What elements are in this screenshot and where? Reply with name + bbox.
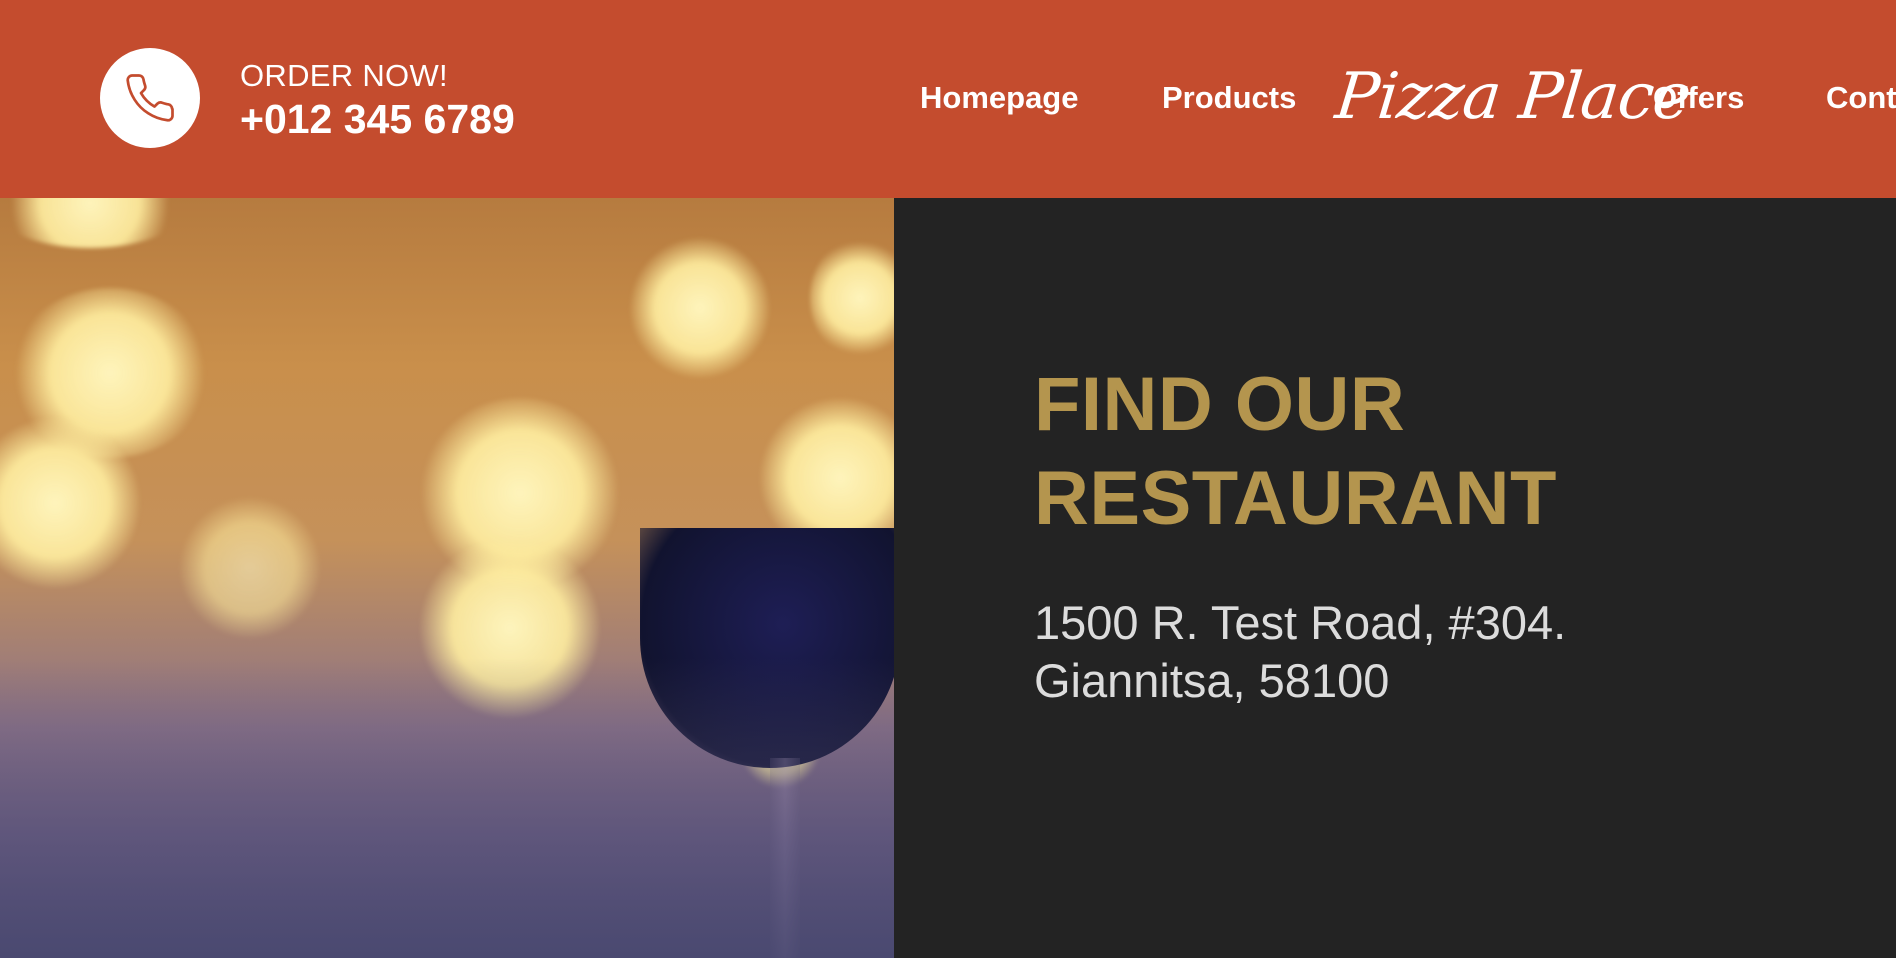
- location-title: FIND OUR RESTAURANT: [1034, 358, 1794, 546]
- location-panel: [894, 198, 1896, 958]
- bokeh-light: [810, 238, 894, 358]
- page: ORDER NOW! +012 345 6789 Homepage Produc…: [0, 0, 1896, 958]
- address-line2: Giannitsa, 58100: [1034, 654, 1390, 707]
- phone-icon-badge[interactable]: [100, 48, 200, 148]
- nav-products-link[interactable]: Products: [1162, 80, 1296, 116]
- site-header: ORDER NOW! +012 345 6789 Homepage Produc…: [0, 0, 1896, 198]
- order-phone-number[interactable]: +012 345 6789: [240, 96, 515, 143]
- nav-contact-link[interactable]: Cont: [1826, 80, 1896, 116]
- location-title-line1: FIND OUR: [1034, 362, 1406, 447]
- restaurant-photo: [0, 198, 894, 958]
- phone-icon: [126, 74, 174, 122]
- bokeh-light: [0, 198, 190, 248]
- restaurant-address: 1500 R. Test Road, #304. Giannitsa, 5810…: [1034, 594, 1794, 710]
- nav-offers-link[interactable]: Offers: [1653, 80, 1744, 116]
- order-now-label: ORDER NOW!: [240, 58, 448, 93]
- address-line1: 1500 R. Test Road, #304.: [1034, 596, 1567, 649]
- location-title-line2: RESTAURANT: [1034, 456, 1557, 541]
- site-logo[interactable]: Pizza Place: [1332, 60, 1694, 134]
- bokeh-light: [180, 498, 320, 638]
- bokeh-light: [630, 238, 770, 378]
- nav-homepage-link[interactable]: Homepage: [920, 80, 1078, 116]
- photo-shadow: [0, 658, 894, 958]
